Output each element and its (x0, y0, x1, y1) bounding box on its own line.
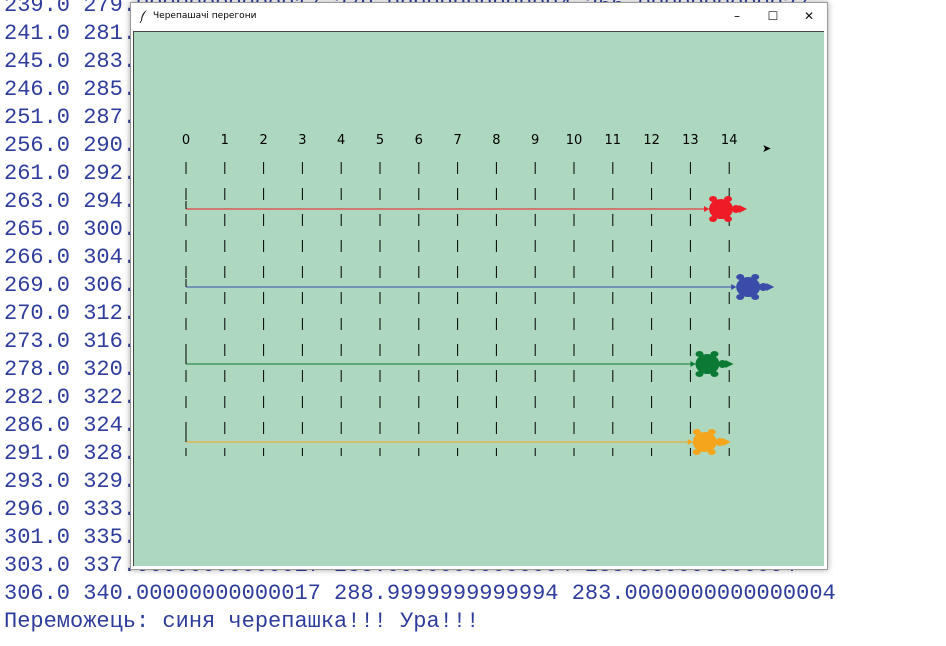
race-track: 0 1 2 3 4 5 6 7 8 9 10 11 12 13 14➤ (182, 133, 775, 456)
track-number-label: 10 (566, 133, 583, 148)
minimize-button[interactable]: – (719, 3, 755, 29)
track-number-label: 13 (682, 133, 699, 148)
console-line: 306.0 340.00000000000017 288.99999999999… (4, 581, 836, 606)
track-number-label: 2 (259, 133, 267, 148)
track-number-label: 3 (298, 133, 306, 148)
track-number-label: 4 (337, 133, 345, 148)
track-number-label: 12 (643, 133, 660, 148)
track-number-label: 6 (415, 133, 423, 148)
feather-icon (139, 10, 147, 23)
track-number-label: 5 (376, 133, 384, 148)
turtle-blue-icon (731, 274, 775, 300)
track-number-label: 11 (605, 133, 622, 148)
title-bar[interactable]: Черепашачі перегони – ☐ ✕ (131, 3, 827, 29)
track-number-label: 0 (182, 133, 190, 148)
arrow-icon: ➤ (762, 142, 771, 155)
turtle-canvas[interactable]: 0 1 2 3 4 5 6 7 8 9 10 11 12 13 14 ➤ (133, 31, 824, 566)
maximize-button[interactable]: ☐ (755, 3, 791, 29)
turtle-orange-icon (687, 429, 731, 455)
winner-message: Переможець: синя черепашка!!! Ура!!! (4, 609, 480, 634)
window-title: Черепашачі перегони (153, 11, 257, 21)
track-number-label: 8 (492, 133, 500, 148)
track-number-label: 7 (453, 133, 461, 148)
close-button[interactable]: ✕ (791, 3, 827, 29)
turtle-green-icon (690, 351, 734, 377)
turtle-red-icon (704, 196, 748, 222)
turtle-race-window[interactable]: Черепашачі перегони – ☐ ✕ 0 1 2 3 4 5 6 7 8 9 10 11… (130, 2, 828, 570)
track-number-label: 14 (721, 133, 738, 148)
track-number-label: 9 (531, 133, 539, 148)
track-number-label: 1 (221, 133, 229, 148)
